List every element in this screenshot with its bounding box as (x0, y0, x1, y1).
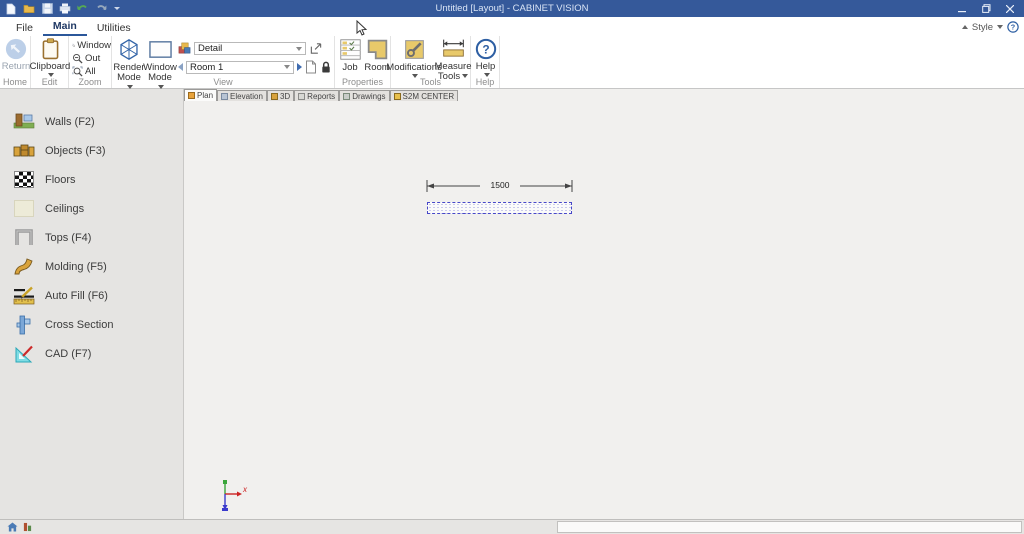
cross-section-icon (11, 314, 37, 336)
window-title: Untitled [Layout] - CABINET VISION (0, 0, 1024, 17)
svg-text:?: ? (482, 43, 489, 57)
status-bar (0, 519, 1024, 534)
zoom-out-button[interactable]: Out (72, 52, 111, 65)
new-room-icon[interactable] (305, 60, 317, 74)
modifications-button[interactable]: Modifications (393, 38, 435, 78)
group-label-properties: Properties (335, 77, 390, 87)
ribbon-group-properties: Job Room Properties (335, 36, 391, 88)
floors-icon (11, 169, 37, 191)
objects-icon (11, 140, 37, 162)
zoom-out-icon (72, 53, 83, 64)
close-button[interactable] (998, 0, 1022, 17)
status-message-field (557, 521, 1022, 533)
sidebar-item-autofill[interactable]: Auto Fill (F6) (0, 281, 183, 310)
axis-x-label: x (243, 485, 247, 494)
sidebar-tool-palette: Walls (F2) Objects (F3) Floors (0, 89, 184, 519)
detail-combo-icon (178, 42, 191, 55)
zoom-all-icon (72, 66, 83, 77)
drawing-layer (184, 89, 1024, 519)
sidebar-item-ceilings[interactable]: Ceilings (0, 194, 183, 223)
minimize-button[interactable] (950, 0, 974, 17)
collapse-ribbon-icon[interactable] (962, 25, 968, 29)
ribbon-group-tools: Modifications Measure Tools Tools (391, 36, 471, 88)
room-combobox[interactable]: Room 1 (186, 61, 294, 74)
dimension-value: 1500 (480, 180, 520, 190)
clipboard-button[interactable]: Clipboard (33, 38, 67, 77)
render-mode-icon (117, 38, 141, 61)
ribbon: Return Home Clipboard Edit Window (0, 36, 1024, 89)
zoom-window-icon (72, 40, 75, 51)
clipboard-icon (41, 38, 60, 60)
ribbon-group-edit: Clipboard Edit (31, 36, 69, 88)
restore-button[interactable] (974, 0, 998, 17)
help-button[interactable]: ? Help (473, 38, 498, 77)
group-label-view: View (112, 77, 334, 87)
molding-icon (11, 256, 37, 278)
title-bar: Untitled [Layout] - CABINET VISION (0, 0, 1024, 17)
ribbon-group-help: ? Help Help (471, 36, 500, 88)
home-icon[interactable] (7, 522, 18, 532)
sidebar-item-walls[interactable]: Walls (F2) (0, 107, 183, 136)
auto-fill-icon (11, 285, 37, 307)
ceilings-icon (11, 198, 37, 220)
group-label-tools: Tools (391, 77, 470, 87)
group-label-help: Help (471, 77, 499, 87)
measure-tools-icon (441, 38, 466, 60)
previous-room-icon[interactable] (178, 63, 183, 71)
drawing-canvas[interactable]: Plan Elevation 3D Reports Drawings S2M C… (184, 89, 1024, 519)
group-label-zoom: Zoom (69, 77, 111, 87)
ribbon-group-home: Return Home (0, 36, 31, 88)
zoom-window-button[interactable]: Window (72, 39, 111, 52)
sidebar-item-molding[interactable]: Molding (F5) (0, 252, 183, 281)
sidebar-item-cross-section[interactable]: Cross Section (0, 310, 183, 339)
detail-combo-caret-icon (296, 47, 302, 51)
next-room-icon[interactable] (297, 63, 302, 71)
window-mode-icon (148, 38, 173, 61)
ribbon-group-view: Render Mode Window Mode Detail (112, 36, 335, 88)
sidebar-item-tops[interactable]: Tops (F4) (0, 223, 183, 252)
sidebar-item-floors[interactable]: Floors (0, 165, 183, 194)
ribbon-group-zoom: Window Out All Zoom (69, 36, 112, 88)
sidebar-item-cad[interactable]: CAD (F7) (0, 339, 183, 368)
tab-main[interactable]: Main (43, 17, 87, 36)
job-button[interactable]: Job (338, 38, 362, 73)
room-icon (366, 38, 389, 61)
window-controls (950, 0, 1022, 17)
ribbon-tab-row: File Main Utilities (0, 17, 1024, 36)
tab-file[interactable]: File (6, 19, 43, 36)
wall-object-selected[interactable] (427, 202, 572, 214)
level-marker-icon[interactable] (23, 522, 32, 532)
open-view-icon[interactable] (309, 42, 323, 55)
tops-icon (11, 227, 37, 249)
detail-combobox[interactable]: Detail (194, 42, 306, 55)
help-corner-icon[interactable]: ? (1007, 21, 1019, 33)
sidebar-item-objects[interactable]: Objects (F3) (0, 136, 183, 165)
tab-utilities[interactable]: Utilities (87, 19, 141, 36)
return-button[interactable]: Return (2, 38, 30, 72)
group-label-home: Home (0, 77, 30, 87)
app-window: Untitled [Layout] - CABINET VISION File … (0, 0, 1024, 534)
lock-icon[interactable] (320, 60, 332, 74)
cad-icon (11, 343, 37, 365)
group-label-edit: Edit (31, 77, 68, 87)
job-icon (339, 38, 362, 61)
return-icon (5, 38, 27, 60)
style-dropdown[interactable]: Style (972, 22, 993, 33)
modifications-icon (403, 38, 426, 61)
mouse-cursor (356, 20, 368, 37)
room-combo-caret-icon (284, 65, 290, 69)
walls-icon (11, 111, 37, 133)
help-icon: ? (475, 38, 497, 60)
ribbon-corner: Style ? (962, 21, 1019, 33)
svg-text:?: ? (1011, 23, 1016, 32)
style-caret-icon[interactable] (997, 25, 1003, 29)
measure-tools-button[interactable]: Measure Tools (436, 38, 470, 82)
